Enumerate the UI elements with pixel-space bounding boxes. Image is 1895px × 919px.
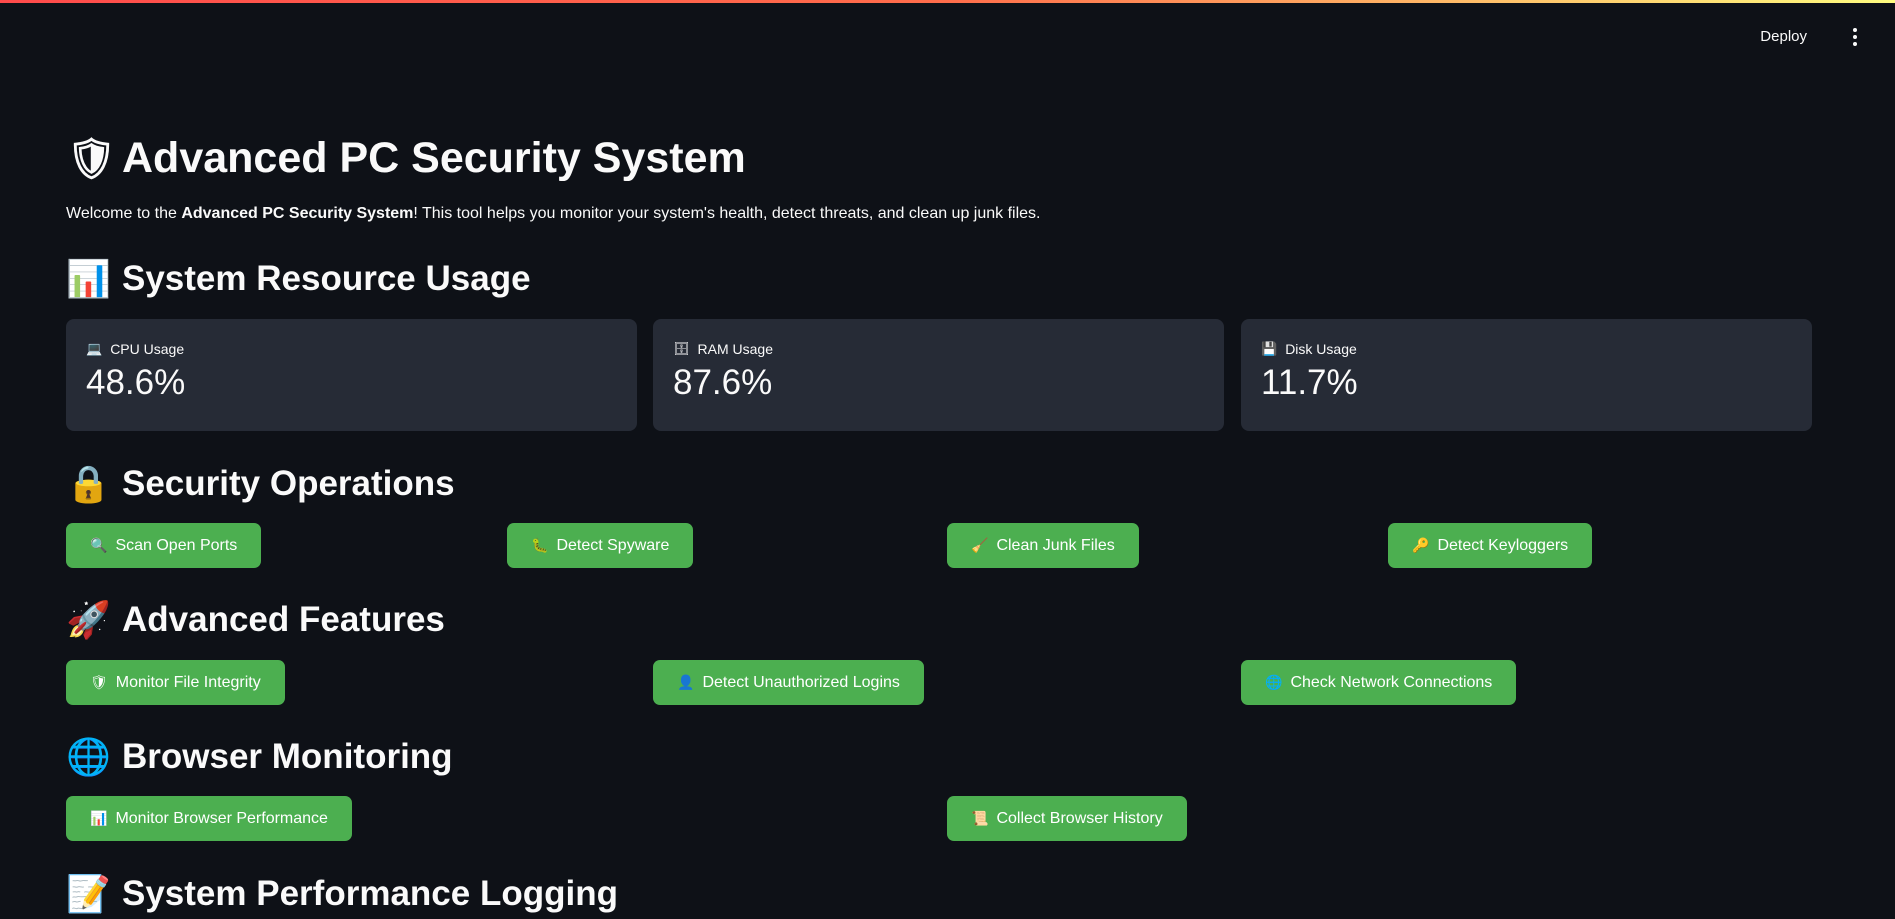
- button-label: Scan Open Ports: [115, 536, 238, 554]
- broom-icon: 🧹: [971, 537, 989, 553]
- bug-icon: 🐛: [531, 537, 549, 553]
- button-label: Monitor Browser Performance: [115, 809, 328, 827]
- page-title: 🛡 Advanced PC Security System: [66, 134, 746, 183]
- intro-prefix: Welcome to the: [66, 205, 182, 222]
- key-icon: 🔑: [1412, 537, 1430, 553]
- memo-icon: 📝: [66, 873, 111, 914]
- section-heading-text: Browser Monitoring: [122, 737, 453, 776]
- detect-unauthorized-logins-button[interactable]: 👤 Detect Unauthorized Logins: [653, 660, 924, 705]
- button-label: Detect Unauthorized Logins: [702, 673, 900, 691]
- section-heading-resources: 📊 System Resource Usage: [66, 258, 531, 300]
- globe-icon: 🌐: [66, 736, 111, 777]
- detect-keyloggers-button[interactable]: 🔑 Detect Keyloggers: [1388, 523, 1593, 568]
- intro-bold: Advanced PC Security System: [181, 205, 414, 222]
- button-label: Detect Keyloggers: [1437, 536, 1569, 554]
- intro-suffix: ! This tool helps you monitor your syste…: [413, 205, 1041, 222]
- metric-value: 11.7%: [1261, 363, 1358, 402]
- collect-browser-history-button[interactable]: 📜 Collect Browser History: [947, 796, 1187, 841]
- metric-label-text: Disk Usage: [1285, 341, 1357, 357]
- section-heading-text: System Resource Usage: [122, 259, 531, 298]
- metric-value: 87.6%: [673, 363, 773, 402]
- metric-label: 💾 Disk Usage: [1261, 341, 1792, 357]
- section-heading-browser: 🌐 Browser Monitoring: [66, 736, 453, 778]
- intro-text: Welcome to the Advanced PC Security Syst…: [66, 205, 1041, 223]
- rocket-icon: 🚀: [66, 599, 111, 640]
- button-label: Detect Spyware: [556, 536, 670, 554]
- button-label: Collect Browser History: [996, 809, 1163, 827]
- deploy-button[interactable]: Deploy: [1752, 24, 1815, 49]
- monitor-browser-performance-button[interactable]: 📊 Monitor Browser Performance: [66, 796, 352, 841]
- bar-chart-icon: 📊: [90, 810, 108, 826]
- user-icon: 👤: [677, 674, 695, 690]
- metric-card-cpu: 💻 CPU Usage 48.6%: [66, 319, 637, 431]
- magnifier-icon: 🔍: [90, 537, 108, 553]
- section-heading-advanced: 🚀 Advanced Features: [66, 599, 445, 641]
- shield-icon: 🛡: [66, 137, 117, 181]
- detect-spyware-button[interactable]: 🐛 Detect Spyware: [507, 523, 694, 568]
- section-heading-text: Advanced Features: [122, 600, 445, 639]
- metric-label: 🗄 RAM Usage: [673, 341, 1204, 357]
- clean-junk-files-button[interactable]: 🧹 Clean Junk Files: [947, 523, 1139, 568]
- button-label: Monitor File Integrity: [115, 673, 261, 691]
- check-network-connections-button[interactable]: 🌐 Check Network Connections: [1241, 660, 1517, 705]
- page-title-text: Advanced PC Security System: [122, 134, 746, 182]
- shield-icon: 🛡: [90, 674, 108, 690]
- section-heading-logging: 📝 System Performance Logging: [66, 873, 618, 915]
- laptop-icon: 💻: [86, 341, 103, 356]
- metric-label-text: CPU Usage: [110, 341, 185, 357]
- metric-label: 💻 CPU Usage: [86, 341, 617, 357]
- floppy-disk-icon: 💾: [1261, 341, 1278, 356]
- metric-value: 48.6%: [86, 363, 186, 402]
- bar-chart-icon: 📊: [66, 258, 111, 299]
- scan-open-ports-button[interactable]: 🔍 Scan Open Ports: [66, 523, 262, 568]
- memory-icon: 🗄: [673, 341, 690, 356]
- monitor-file-integrity-button[interactable]: 🛡 Monitor File Integrity: [66, 660, 285, 705]
- section-heading-text: Security Operations: [122, 464, 455, 503]
- metric-card-disk: 💾 Disk Usage 11.7%: [1241, 319, 1812, 431]
- app-toolbar: Deploy: [0, 0, 1895, 72]
- metric-card-ram: 🗄 RAM Usage 87.6%: [653, 319, 1224, 431]
- metric-label-text: RAM Usage: [697, 341, 773, 357]
- section-heading-security: 🔒 Security Operations: [66, 463, 455, 505]
- scroll-icon: 📜: [971, 810, 989, 826]
- button-label: Check Network Connections: [1290, 673, 1493, 691]
- lock-icon: 🔒: [66, 463, 111, 504]
- section-heading-text: System Performance Logging: [122, 874, 618, 913]
- globe-icon: 🌐: [1265, 674, 1283, 690]
- button-label: Clean Junk Files: [996, 536, 1115, 554]
- more-options-icon[interactable]: [1843, 24, 1867, 50]
